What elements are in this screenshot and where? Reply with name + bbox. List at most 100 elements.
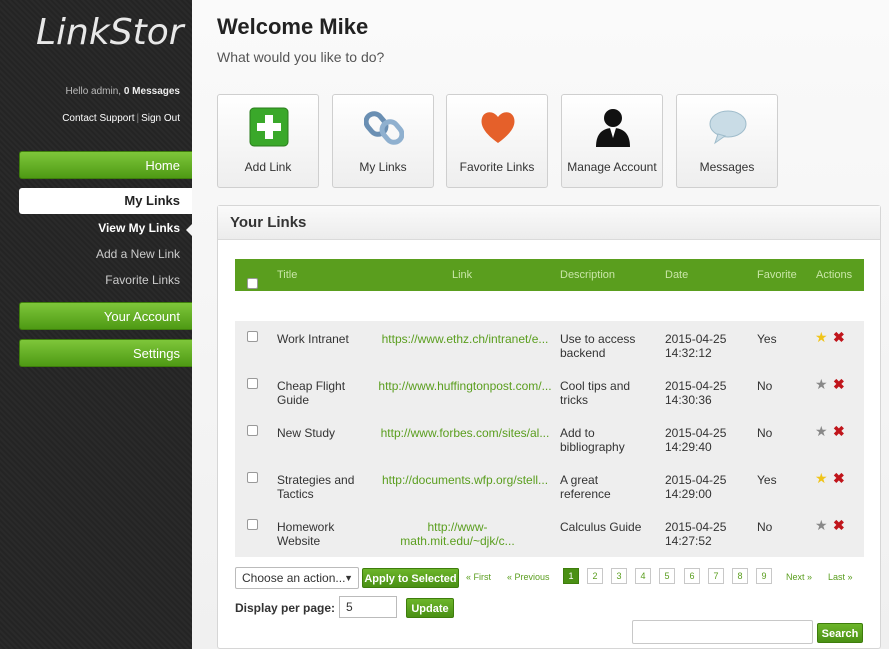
search-input[interactable]: [632, 620, 813, 644]
pager-page[interactable]: 3: [611, 568, 627, 584]
row-link[interactable]: http://www.forbes.com/sites/al...: [375, 426, 555, 440]
col-link[interactable]: Link: [452, 269, 472, 281]
plus-icon: [249, 107, 289, 147]
star-icon[interactable]: ★: [815, 330, 828, 344]
col-description[interactable]: Description: [560, 269, 615, 281]
chain-link-icon: [364, 111, 404, 145]
row-link[interactable]: http://documents.wfp.org/stell...: [375, 473, 555, 487]
your-links-panel: Your Links Title Link Description Date F…: [217, 205, 881, 649]
col-title[interactable]: Title: [277, 269, 297, 281]
nav-home[interactable]: Home: [19, 151, 192, 179]
display-per-page-input[interactable]: 5: [339, 596, 397, 618]
tile-messages[interactable]: Messages: [676, 94, 778, 188]
row-title: New Study: [277, 426, 336, 440]
row-favorite: No: [757, 379, 773, 393]
pager-page[interactable]: 1: [563, 568, 579, 584]
delete-icon[interactable]: ✖: [833, 330, 845, 344]
row-description: A great reference: [560, 473, 611, 501]
tile-favorite-links[interactable]: Favorite Links: [446, 94, 548, 188]
row-title: Strategies and Tactics: [277, 473, 355, 501]
pager-page[interactable]: 9: [756, 568, 772, 584]
row-checkbox[interactable]: [247, 378, 258, 392]
tile-manage-account[interactable]: Manage Account: [561, 94, 663, 188]
apply-to-selected-button[interactable]: Apply to Selected: [362, 568, 459, 588]
delete-icon[interactable]: ✖: [833, 471, 845, 485]
star-icon[interactable]: ★: [815, 518, 828, 532]
pager-previous[interactable]: « Previous: [507, 572, 550, 582]
row-description: Cool tips and tricks: [560, 379, 631, 407]
greeting-text: Hello admin,: [65, 86, 122, 97]
row-date: 2015-04-25 14:30:36: [665, 379, 727, 407]
tile-my-links[interactable]: My Links: [332, 94, 434, 188]
update-button[interactable]: Update: [406, 598, 454, 618]
contact-support-link[interactable]: Contact Support: [62, 113, 134, 124]
bulk-action-value: Choose an action...: [242, 571, 346, 585]
delete-icon[interactable]: ✖: [833, 424, 845, 438]
panel-title: Your Links: [218, 206, 880, 240]
nav-your-account[interactable]: Your Account: [19, 302, 192, 330]
bulk-action-select[interactable]: Choose an action... ▼: [235, 567, 359, 589]
page-subtitle: What would you like to do?: [217, 49, 385, 65]
row-date: 2015-04-25 14:27:52: [665, 520, 727, 548]
row-link[interactable]: http://www.huffingtonpost.com/...: [375, 379, 555, 393]
col-date[interactable]: Date: [665, 269, 688, 281]
pager-page[interactable]: 8: [732, 568, 748, 584]
chevron-down-icon: ▼: [344, 573, 353, 583]
row-checkbox[interactable]: [247, 519, 258, 533]
search-button[interactable]: Search: [817, 623, 863, 643]
row-link[interactable]: http://www-math.mit.edu/~djk/c...: [395, 520, 520, 548]
display-per-page-label: Display per page:: [235, 601, 336, 615]
row-description: Add to bibliography: [560, 426, 625, 454]
heart-icon: [481, 112, 515, 143]
row-date: 2015-04-25 14:29:40: [665, 426, 727, 454]
row-date: 2015-04-25 14:29:00: [665, 473, 727, 501]
row-favorite: Yes: [757, 473, 777, 487]
star-icon[interactable]: ★: [815, 424, 828, 438]
user-icon: [596, 109, 630, 147]
row-checkbox[interactable]: [247, 472, 258, 486]
pager-next[interactable]: Next »: [786, 572, 812, 582]
row-link[interactable]: https://www.ethz.ch/intranet/e...: [375, 332, 555, 346]
sign-out-link[interactable]: Sign Out: [141, 113, 180, 124]
tile-label: Manage Account: [567, 160, 657, 174]
tile-label: My Links: [359, 160, 407, 174]
table-row: Homework Website http://www-math.mit.edu…: [235, 518, 864, 566]
row-checkbox[interactable]: [247, 425, 258, 439]
nav-settings[interactable]: Settings: [19, 339, 192, 367]
nav-sub-view-my-links[interactable]: View My Links: [98, 221, 180, 235]
tile-add-link[interactable]: Add Link: [217, 94, 319, 188]
pager-page[interactable]: 7: [708, 568, 724, 584]
table-row: Strategies and Tactics http://documents.…: [235, 471, 864, 519]
tile-label: Favorite Links: [459, 160, 535, 174]
row-favorite: No: [757, 426, 773, 440]
row-title: Homework Website: [277, 520, 335, 548]
col-favorite[interactable]: Favorite: [757, 269, 797, 281]
support-links: Contact Support | Sign Out: [62, 113, 180, 124]
speech-bubble-icon: [709, 110, 747, 145]
nav-sub-add-link[interactable]: Add a New Link: [96, 247, 180, 261]
nav-sub-favorite-links[interactable]: Favorite Links: [105, 273, 180, 287]
pager-page[interactable]: 5: [659, 568, 675, 584]
delete-icon[interactable]: ✖: [833, 518, 845, 532]
table-row: Work Intranet https://www.ethz.ch/intran…: [235, 330, 864, 378]
row-favorite: No: [757, 520, 773, 534]
row-title: Work Intranet: [277, 332, 349, 346]
pager-page[interactable]: 2: [587, 568, 603, 584]
tile-label: Add Link: [244, 160, 292, 174]
col-actions: Actions: [816, 269, 853, 281]
pager-page[interactable]: 4: [635, 568, 651, 584]
table-row: Cheap Flight Guide http://www.huffington…: [235, 377, 864, 425]
star-icon[interactable]: ★: [815, 471, 828, 485]
pager-page[interactable]: 6: [684, 568, 700, 584]
row-title: Cheap Flight Guide: [277, 379, 346, 407]
messages-link[interactable]: 0 Messages: [124, 86, 180, 97]
star-icon[interactable]: ★: [815, 377, 828, 391]
table-body: Work Intranet https://www.ethz.ch/intran…: [235, 321, 864, 557]
pager-first[interactable]: « First: [466, 572, 491, 582]
nav-my-links[interactable]: My Links: [19, 188, 192, 214]
row-description: Calculus Guide: [560, 520, 642, 534]
delete-icon[interactable]: ✖: [833, 377, 845, 391]
pager-last[interactable]: Last »: [828, 572, 853, 582]
row-favorite: Yes: [757, 332, 777, 346]
row-checkbox[interactable]: [247, 331, 258, 345]
